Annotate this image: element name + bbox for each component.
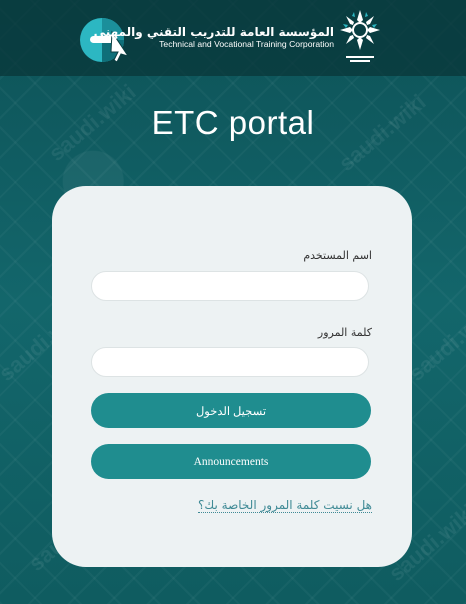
org-name-english: Technical and Vocational Training Corpor… (159, 39, 334, 49)
tvtc-emblem-icon (340, 10, 380, 62)
forgot-password-link[interactable]: هل نسيت كلمة المرور الخاصة بك؟ (198, 498, 372, 513)
org-name-arabic: المؤسسة العامة للتدريب التقني والمهني (93, 25, 334, 39)
password-input[interactable] (91, 347, 369, 377)
login-button[interactable]: تسجيل الدخول (91, 393, 371, 428)
password-label: كلمة المرور (317, 326, 372, 339)
etc-logo-icon (80, 18, 130, 63)
org-name: المؤسسة العامة للتدريب التقني والمهني Te… (93, 25, 334, 50)
page-title: ETC portal (151, 104, 315, 141)
username-input[interactable] (91, 271, 369, 301)
login-card: اسم المستخدم كلمة المرور تسجيل الدخول An… (52, 186, 412, 567)
username-label: اسم المستخدم (303, 249, 372, 262)
announcements-button[interactable]: Announcements (91, 444, 371, 479)
site-header: المؤسسة العامة للتدريب التقني والمهني Te… (0, 0, 466, 76)
